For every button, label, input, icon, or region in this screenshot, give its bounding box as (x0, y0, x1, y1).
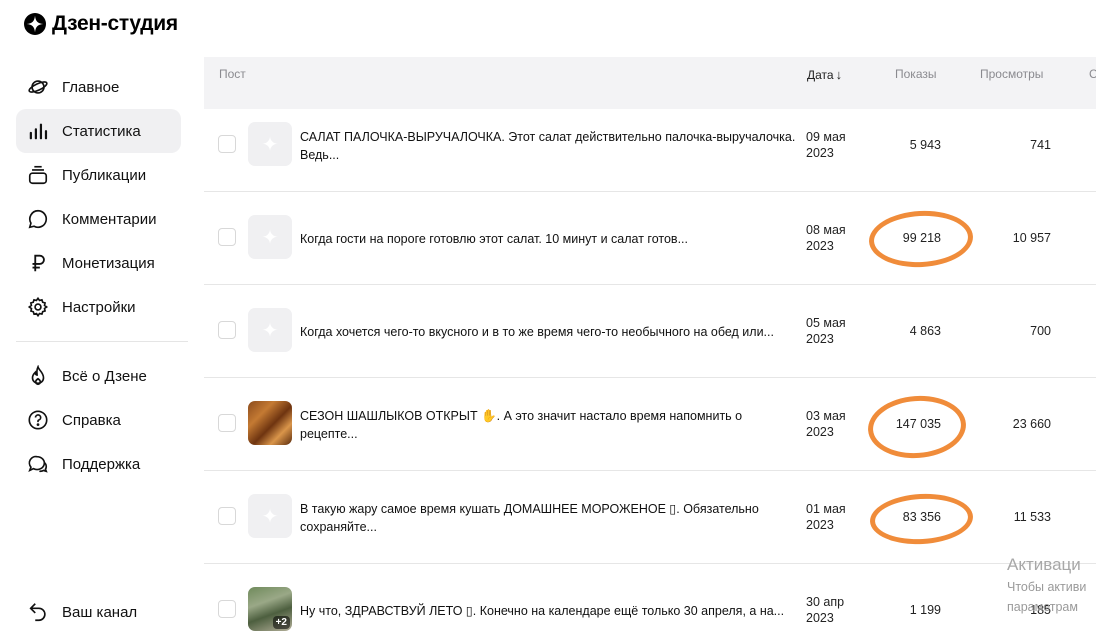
post-date-year: 2023 (806, 518, 834, 532)
post-thumbnail[interactable]: ✦ (248, 215, 292, 259)
post-date-day: 01 мая (806, 502, 846, 516)
sidebar-item-comments[interactable]: Комментарии (16, 197, 181, 241)
post-date-day: 30 апр (806, 595, 845, 609)
your-channel-label: Ваш канал (62, 603, 138, 621)
gear-icon (26, 295, 50, 319)
post-date-year: 2023 (806, 611, 834, 625)
bar-chart-icon (26, 119, 50, 143)
stack-icon (26, 163, 50, 187)
row-checkbox[interactable] (218, 228, 236, 246)
chat-icon (26, 452, 50, 476)
post-thumbnail[interactable]: ✦ (248, 122, 292, 166)
post-date-year: 2023 (806, 425, 834, 439)
post-title[interactable]: СЕЗОН ШАШЛЫКОВ ОТКРЫТ ✋. А это значит на… (300, 407, 800, 443)
activation-watermark-line: параметрам (1007, 600, 1078, 614)
sidebar-item-label: Публикации (62, 166, 147, 184)
sidebar-item-label: Настройки (62, 298, 136, 316)
sidebar-item-label: Комментарии (62, 210, 157, 228)
column-header-views[interactable]: Просмотры (980, 67, 1043, 81)
views-count: 741 (1030, 138, 1051, 152)
post-date-year: 2023 (806, 146, 834, 160)
column-header-more[interactable]: С (1089, 67, 1096, 81)
views-count: 700 (1030, 324, 1051, 338)
your-channel-link[interactable]: Ваш канал (16, 590, 181, 633)
extra-images-badge: +2 (272, 616, 290, 629)
sidebar-item-monetization[interactable]: Монетизация (16, 241, 181, 285)
post-title[interactable]: Когда хочется чего-то вкусного и в то же… (300, 323, 800, 341)
sidebar-item-settings[interactable]: Настройки (16, 285, 181, 329)
activation-watermark-title: Активаци (1007, 555, 1081, 574)
column-header-post[interactable]: Пост (219, 67, 246, 81)
views-count: 11 533 (1013, 510, 1051, 524)
column-header-shows[interactable]: Показы (895, 67, 936, 81)
ruble-icon (26, 251, 50, 275)
post-title[interactable]: Ну что, ЗДРАВСТВУЙ ЛЕТО ▯. Конечно на ка… (300, 602, 800, 620)
post-title[interactable]: В такую жару самое время кушать ДОМАШНЕЕ… (300, 500, 800, 536)
row-checkbox[interactable] (218, 414, 236, 432)
shows-count: 1 199 (909, 603, 941, 617)
dzen-logo-icon (24, 13, 46, 35)
sparkle-icon: ✦ (261, 319, 279, 342)
post-date-day: 03 мая (806, 409, 846, 423)
app-title: Дзен-студия (52, 12, 178, 35)
column-header-date-label: Дата (807, 68, 834, 82)
row-checkbox[interactable] (218, 135, 236, 153)
sidebar-item-label: Главное (62, 78, 120, 96)
sidebar-item-label: Статистика (62, 122, 141, 140)
sidebar-item-statistics[interactable]: Статистика (16, 109, 181, 153)
post-thumbnail[interactable]: ✦ (248, 494, 292, 538)
post-title[interactable]: САЛАТ ПАЛОЧКА-ВЫРУЧАЛОЧКА. Этот салат де… (300, 128, 800, 164)
post-date-day: 08 мая (806, 223, 846, 237)
sidebar-item-support[interactable]: Поддержка (16, 442, 181, 486)
sparkle-icon: ✦ (261, 505, 279, 528)
post-thumbnail[interactable]: ✦ (248, 308, 292, 352)
table-header: Пост Дата ↓ Показы Просмотры С (204, 57, 1096, 109)
sidebar-item-label: Всё о Дзене (62, 367, 147, 385)
activation-watermark-line: Чтобы активи (1007, 580, 1087, 594)
shows-count: 5 943 (909, 138, 941, 152)
views-count: 23 660 (1012, 417, 1051, 431)
sidebar-item-label: Поддержка (62, 455, 141, 473)
post-date-day: 05 мая (806, 316, 846, 330)
post-title[interactable]: Когда гости на пороге готовлю этот салат… (300, 230, 800, 248)
post-date: 05 мая 2023 (806, 315, 846, 347)
table-row[interactable]: ✦ САЛАТ ПАЛОЧКА-ВЫРУЧАЛОЧКА. Этот салат … (204, 109, 1096, 192)
sidebar-item-about-dzen[interactable]: Всё о Дзене (16, 354, 181, 398)
help-icon (26, 408, 50, 432)
post-date-day: 09 мая (806, 130, 846, 144)
sidebar-item-help[interactable]: Справка (16, 398, 181, 442)
post-date: 08 мая 2023 (806, 222, 846, 254)
sort-down-icon: ↓ (835, 67, 843, 82)
views-count: 10 957 (1012, 231, 1051, 245)
flame-icon (26, 364, 50, 388)
sidebar-item-main[interactable]: Главное (16, 65, 181, 109)
sidebar-item-label: Справка (62, 411, 121, 429)
post-thumbnail[interactable] (248, 401, 292, 445)
sidebar-item-publications[interactable]: Публикации (16, 153, 181, 197)
row-checkbox[interactable] (218, 600, 236, 618)
sidebar-item-label: Монетизация (62, 254, 155, 272)
row-checkbox[interactable] (218, 507, 236, 525)
dzen-studio-logo[interactable]: Дзен-студия (24, 12, 178, 36)
shows-count: 4 863 (909, 324, 941, 338)
back-arrow-icon (26, 600, 50, 624)
post-date: 09 мая 2023 (806, 129, 846, 161)
post-thumbnail[interactable]: +2 (248, 587, 292, 631)
row-checkbox[interactable] (218, 321, 236, 339)
sparkle-icon: ✦ (261, 226, 279, 249)
post-date-year: 2023 (806, 332, 834, 346)
post-date-year: 2023 (806, 239, 834, 253)
post-date: 01 мая 2023 (806, 501, 846, 533)
post-date: 30 апр 2023 (806, 594, 844, 626)
column-header-date[interactable]: Дата ↓ (807, 67, 842, 82)
table-row[interactable]: +2 Ну что, ЗДРАВСТВУЙ ЛЕТО ▯. Конечно на… (204, 564, 1096, 633)
sparkle-icon: ✦ (261, 133, 279, 156)
post-date: 03 мая 2023 (806, 408, 846, 440)
sidebar-divider (16, 341, 188, 342)
table-row[interactable]: ✦ Когда хочется чего-то вкусного и в то … (204, 285, 1096, 378)
comment-icon (26, 207, 50, 231)
planet-icon (26, 75, 50, 99)
